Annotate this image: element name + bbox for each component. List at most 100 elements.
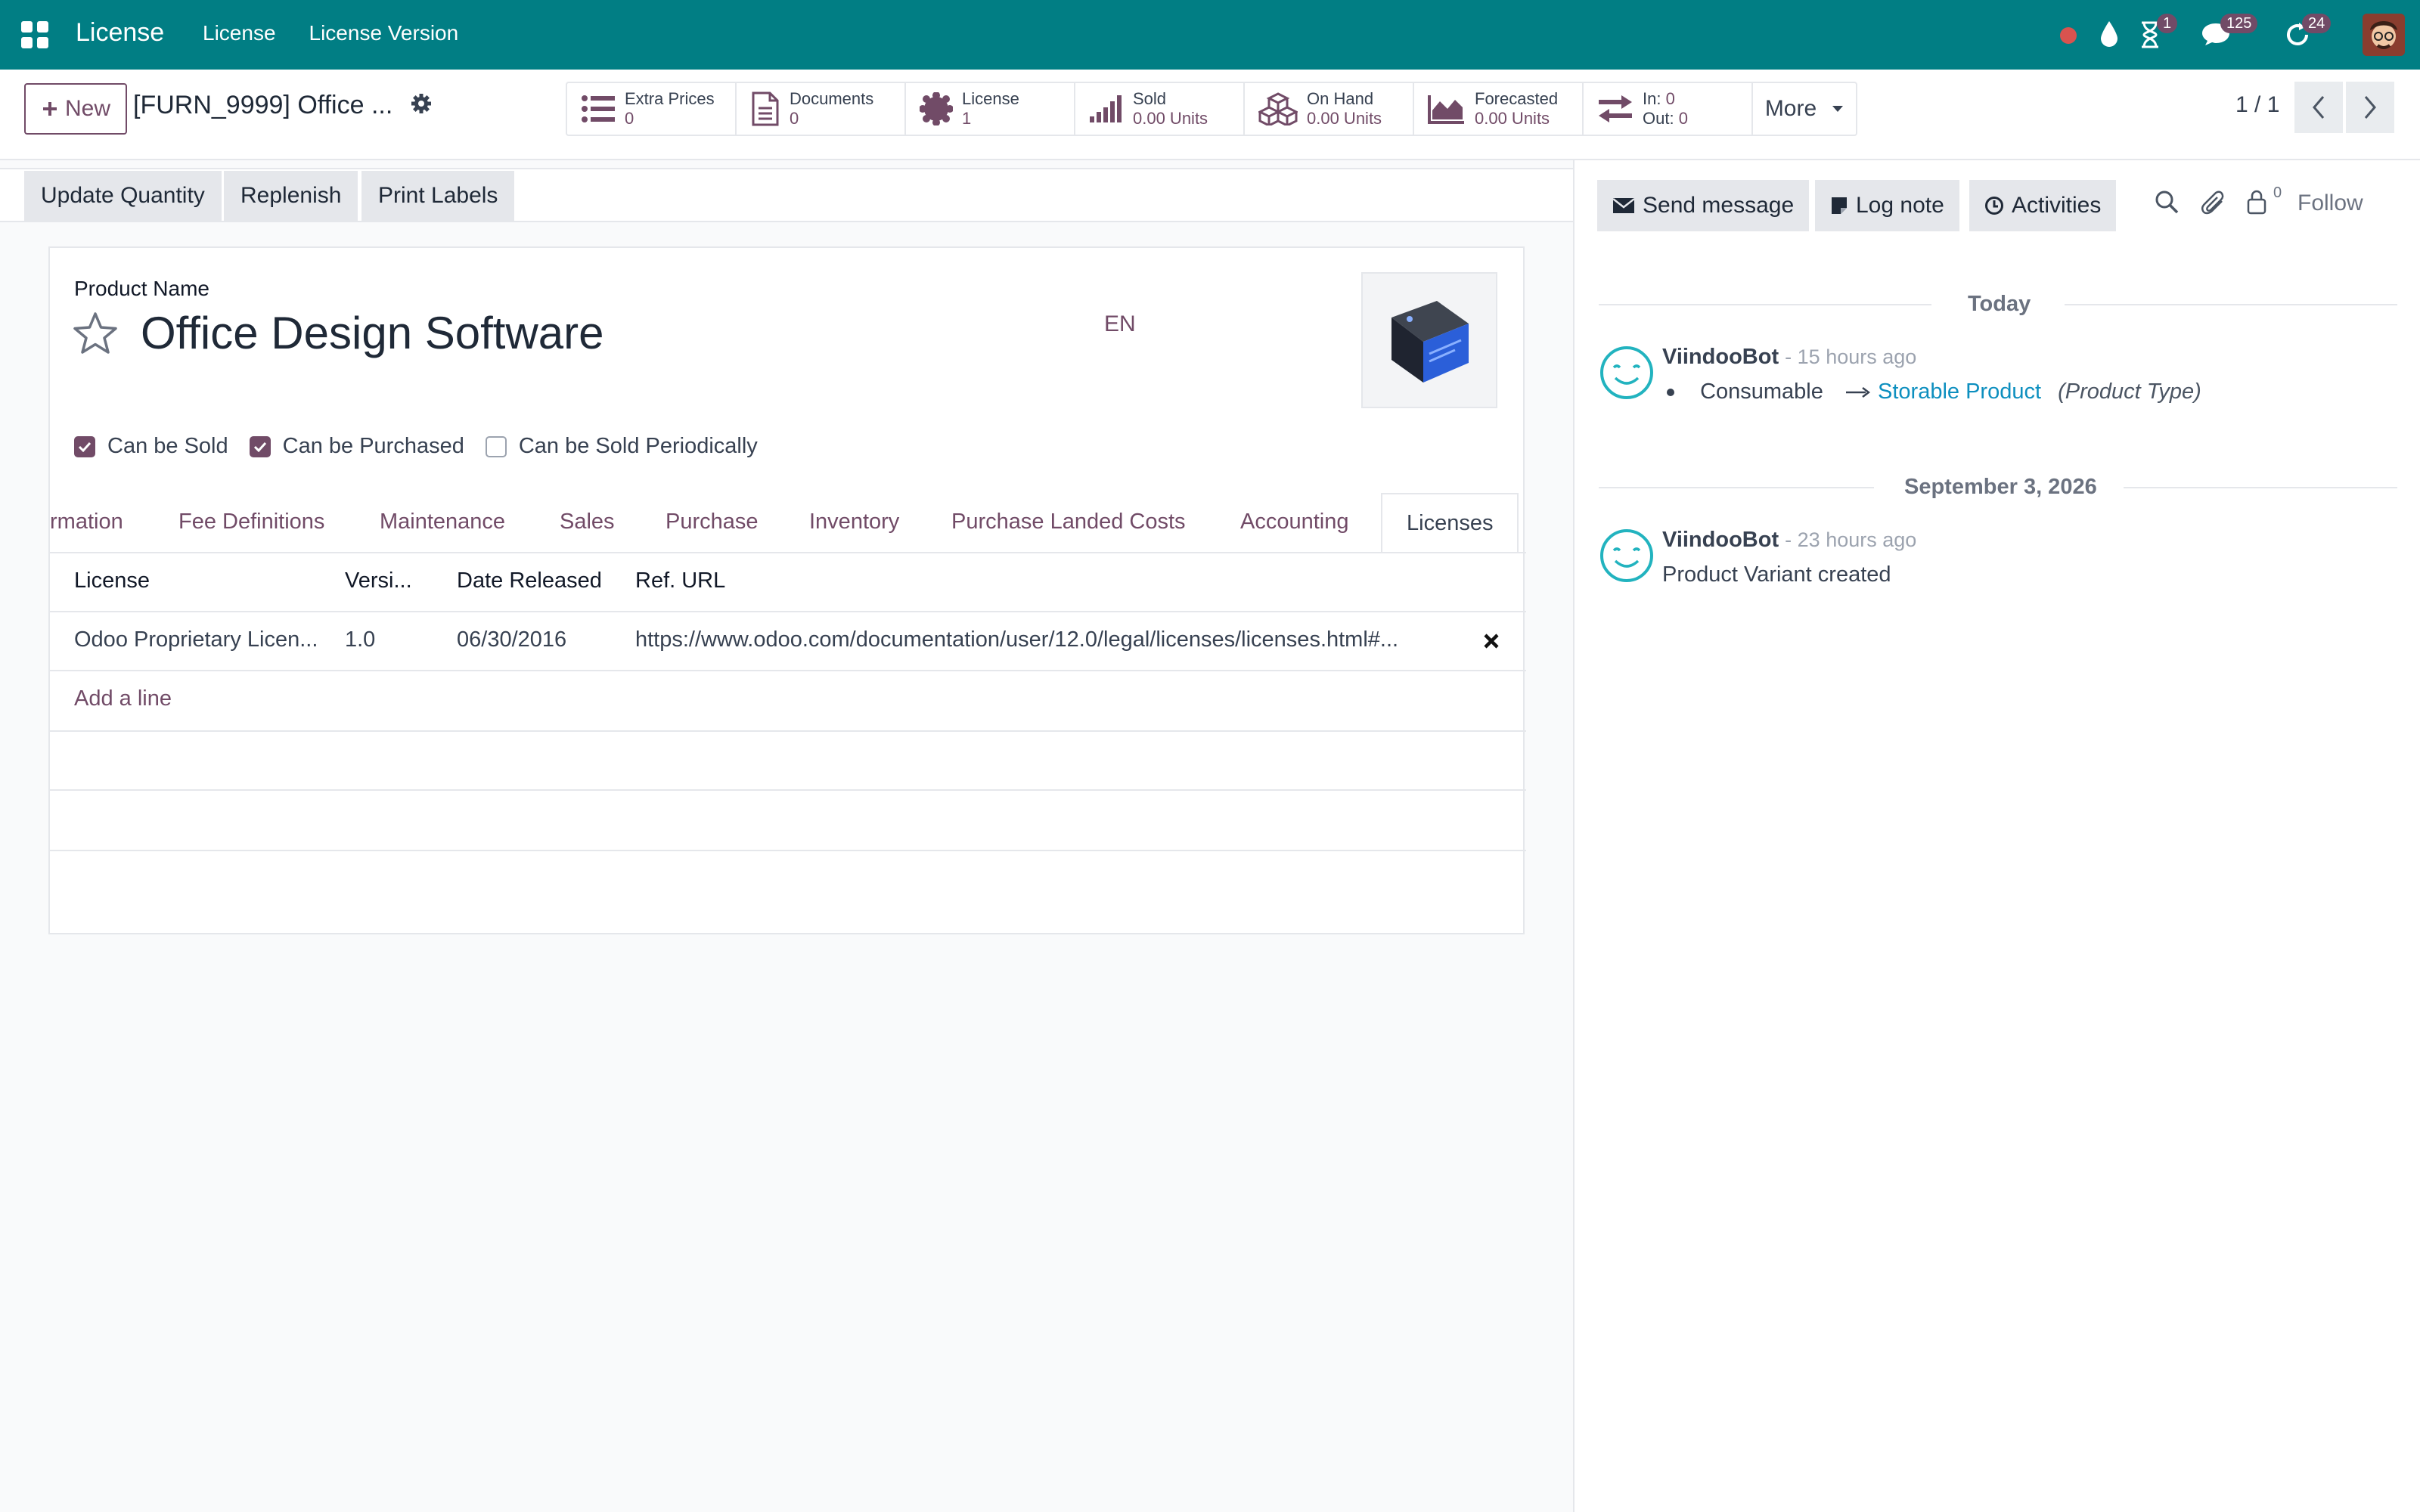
empty-table-row bbox=[50, 730, 1526, 732]
on-hand-button[interactable]: On Hand 0.00 Units bbox=[1245, 83, 1414, 135]
messages-badge: 125 bbox=[2220, 14, 2258, 33]
send-message-button[interactable]: Send message bbox=[1597, 180, 1810, 231]
pager-value[interactable]: 1 / 1 bbox=[2235, 92, 2279, 118]
column-header-date-released[interactable]: Date Released bbox=[457, 569, 602, 593]
extra-prices-button[interactable]: Extra Prices 0 bbox=[567, 83, 737, 135]
list-icon bbox=[582, 95, 615, 122]
control-panel: New [FURN_9999] Office ... Extra Prices 0… bbox=[0, 70, 2420, 160]
cell-version[interactable]: 1.0 bbox=[345, 627, 375, 652]
cell-ref-url[interactable]: https://www.odoo.com/documentation/user/… bbox=[635, 627, 1479, 652]
signal-icon bbox=[1090, 95, 1122, 122]
menu-item-license[interactable]: License bbox=[203, 21, 276, 45]
exchange-icon bbox=[1599, 95, 1632, 122]
column-header-version[interactable]: Versi... bbox=[345, 569, 412, 593]
tab-maintenance[interactable]: Maintenance bbox=[380, 510, 505, 534]
in-out-button[interactable]: In: 0 Out: 0 bbox=[1584, 83, 1753, 135]
old-value: Consumable bbox=[1700, 380, 1823, 404]
license-label: License bbox=[962, 89, 1019, 108]
paperclip-icon[interactable] bbox=[2201, 189, 2226, 216]
update-quantity-button[interactable]: Update Quantity bbox=[24, 171, 222, 221]
gear-icon[interactable] bbox=[410, 92, 433, 115]
license-button[interactable]: License 1 bbox=[906, 83, 1075, 135]
documents-button[interactable]: Documents 0 bbox=[737, 83, 906, 135]
checkbox-checked-icon bbox=[74, 435, 95, 457]
product-name-field[interactable]: Office Design Software bbox=[141, 307, 604, 359]
tab-purchase-landed-costs[interactable]: Purchase Landed Costs bbox=[951, 510, 1186, 534]
form-view: Update Quantity Replenish Print Labels P… bbox=[0, 160, 1573, 1512]
log-note-button[interactable]: Log note bbox=[1815, 180, 1959, 231]
form-sheet: Product Name Office Design Software EN C… bbox=[48, 246, 1526, 934]
recording-dot-icon[interactable] bbox=[2060, 27, 2077, 44]
app-title[interactable]: License bbox=[76, 18, 164, 48]
forecasted-button[interactable]: Forecasted 0.00 Units bbox=[1414, 83, 1584, 135]
message-time: - 15 hours ago bbox=[1785, 345, 1917, 368]
tab-fee-definitions[interactable]: Fee Definitions bbox=[178, 510, 324, 534]
can-be-purchased-label: Can be Purchased bbox=[282, 434, 464, 458]
follower-count: 0 bbox=[2273, 184, 2282, 201]
tab-purchase[interactable]: Purchase bbox=[666, 510, 759, 534]
clock-icon bbox=[1985, 197, 2003, 215]
pager-previous-button[interactable] bbox=[2294, 82, 2343, 133]
more-button[interactable]: More bbox=[1753, 83, 1856, 135]
bot-avatar-icon bbox=[1600, 529, 1653, 582]
drop-icon[interactable] bbox=[2098, 20, 2121, 48]
tab-sales[interactable]: Sales bbox=[560, 510, 615, 534]
send-message-label: Send message bbox=[1643, 193, 1795, 218]
print-labels-button[interactable]: Print Labels bbox=[361, 171, 515, 221]
cell-date-released[interactable]: 06/30/2016 bbox=[457, 627, 566, 652]
chevron-right-icon bbox=[2364, 96, 2376, 119]
on-hand-label: On Hand bbox=[1307, 89, 1374, 108]
date-separator-label: September 3, 2026 bbox=[1904, 475, 2097, 499]
sold-value: 0.00 Units bbox=[1133, 109, 1208, 128]
licenses-table-header: License Versi... Date Released Ref. URL bbox=[50, 553, 1526, 612]
cubes-icon bbox=[1258, 92, 1298, 125]
lock-icon[interactable] bbox=[2246, 189, 2267, 215]
breadcrumb: [FURN_9999] Office ... bbox=[133, 91, 393, 119]
activities-label: Activities bbox=[2012, 193, 2102, 218]
tab-licenses[interactable]: Licenses bbox=[1381, 493, 1519, 552]
updates-badge: 24 bbox=[2302, 14, 2332, 33]
message-author[interactable]: ViindooBot bbox=[1662, 345, 1779, 369]
cell-license[interactable]: Odoo Proprietary Licen... bbox=[74, 627, 318, 652]
favorite-star-icon[interactable] bbox=[73, 311, 118, 355]
extra-prices-label: Extra Prices bbox=[625, 89, 715, 108]
on-hand-value: 0.00 Units bbox=[1307, 109, 1382, 128]
user-avatar[interactable] bbox=[2363, 14, 2405, 56]
envelope-icon bbox=[1612, 198, 1635, 213]
out-value: 0 bbox=[1678, 109, 1688, 128]
search-icon[interactable] bbox=[2154, 189, 2180, 215]
can-be-purchased-checkbox[interactable]: Can be Purchased bbox=[249, 434, 464, 459]
document-icon bbox=[752, 91, 779, 126]
tab-general-information[interactable]: rmation bbox=[50, 510, 123, 534]
new-button-label: New bbox=[64, 96, 110, 121]
can-be-sold-checkbox[interactable]: Can be Sold bbox=[74, 434, 228, 459]
plus-icon bbox=[42, 102, 57, 116]
menu-item-license-version[interactable]: License Version bbox=[309, 21, 459, 45]
language-button[interactable]: EN bbox=[1104, 311, 1136, 337]
can-be-sold-periodically-checkbox[interactable]: Can be Sold Periodically bbox=[485, 434, 758, 459]
chatter-panel: Send message Log note Activities 0 Follo… bbox=[1573, 160, 2420, 1512]
checkbox-unchecked-icon bbox=[485, 435, 507, 457]
column-header-ref-url[interactable]: Ref. URL bbox=[635, 569, 725, 593]
replenish-button[interactable]: Replenish bbox=[224, 171, 358, 221]
table-row[interactable]: Odoo Proprietary Licen... 1.0 06/30/2016… bbox=[50, 612, 1526, 671]
product-image[interactable] bbox=[1361, 272, 1497, 408]
sold-label: Sold bbox=[1133, 89, 1167, 108]
tab-inventory[interactable]: Inventory bbox=[809, 510, 899, 534]
pager-next-button[interactable] bbox=[2346, 82, 2394, 133]
add-a-line-link[interactable]: Add a line bbox=[74, 686, 172, 711]
apps-menu-icon[interactable] bbox=[21, 21, 48, 48]
column-header-license[interactable]: License bbox=[74, 569, 150, 593]
tab-accounting[interactable]: Accounting bbox=[1240, 510, 1349, 534]
caret-down-icon bbox=[1832, 106, 1844, 112]
follow-button[interactable]: Follow bbox=[2297, 191, 2363, 216]
new-value: Storable Product bbox=[1878, 380, 2042, 404]
delete-row-icon[interactable] bbox=[1482, 632, 1500, 650]
forecasted-label: Forecasted bbox=[1475, 89, 1559, 108]
sold-button[interactable]: Sold 0.00 Units bbox=[1075, 83, 1245, 135]
new-button[interactable]: New bbox=[24, 83, 127, 135]
activities-button[interactable]: Activities bbox=[1969, 180, 2117, 231]
message-author[interactable]: ViindooBot bbox=[1662, 528, 1779, 552]
date-separator-label: Today bbox=[1968, 292, 2031, 316]
documents-label: Documents bbox=[790, 89, 874, 108]
